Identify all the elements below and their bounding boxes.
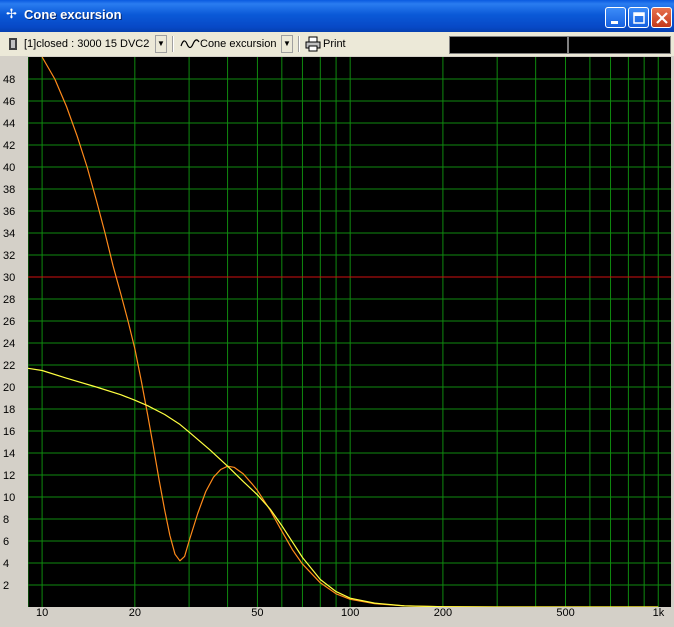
y-tick-label: 8 [3,514,9,526]
x-tick-label: 200 [434,607,452,619]
y-tick-label: 14 [3,448,15,460]
y-tick-label: 18 [3,404,15,416]
y-tick-label: 22 [3,360,15,372]
x-tick-label: 10 [36,607,48,619]
x-tick-label: 1k [653,607,665,619]
y-tick-label: 38 [3,184,15,196]
y-tick-label: 24 [3,338,15,350]
x-tick-label: 20 [129,607,141,619]
cone-excursion-chart: 2468101214161820222426283032343638404244… [3,57,671,619]
y-tick-label: 4 [3,558,9,570]
y-tick-label: 32 [3,250,15,262]
y-tick-label: 34 [3,228,15,240]
y-tick-label: 36 [3,206,15,218]
y-tick-label: 42 [3,140,15,152]
y-tick-label: 12 [3,470,15,482]
x-tick-label: 100 [341,607,359,619]
y-tick-label: 10 [3,492,15,504]
y-tick-label: 16 [3,426,15,438]
x-tick-label: 50 [251,607,263,619]
y-tick-label: 2 [3,580,9,592]
y-tick-label: 46 [3,96,15,108]
plot-area [28,57,671,607]
y-tick-label: 20 [3,382,15,394]
y-tick-label: 6 [3,536,9,548]
y-tick-label: 48 [3,74,15,86]
y-tick-label: 26 [3,316,15,328]
y-tick-label: 30 [3,272,15,284]
y-tick-label: 28 [3,294,15,306]
x-tick-label: 500 [556,607,574,619]
y-tick-label: 40 [3,162,15,174]
y-tick-label: 44 [3,118,15,130]
